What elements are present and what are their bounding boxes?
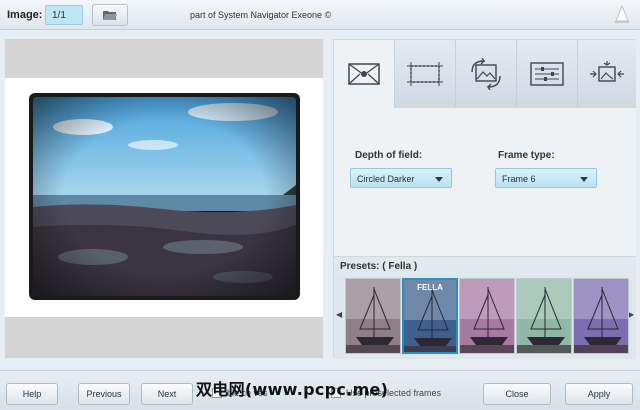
close-button[interactable]: Close [483, 383, 551, 405]
frame-type-label: Frame type: [498, 150, 555, 161]
scroll-left-icon[interactable]: ◀ [336, 310, 342, 319]
preset-thumbnail[interactable] [459, 278, 515, 354]
envelope-blur-icon [348, 63, 380, 85]
chevron-down-icon [580, 177, 588, 182]
chevron-down-icon [435, 177, 443, 182]
frame-type-select[interactable]: Frame 6 [495, 168, 597, 188]
tab-resize[interactable] [578, 40, 636, 108]
preset-name: FELLA [417, 283, 443, 292]
preset-thumbnail[interactable] [516, 278, 572, 354]
frame-type-value: Frame 6 [502, 174, 536, 184]
settings-area: Depth of field: Circled Darker Frame typ… [334, 108, 636, 256]
next-button[interactable]: Next [141, 383, 193, 405]
resize-image-icon [590, 61, 624, 82]
preset-thumbnail[interactable] [345, 278, 401, 354]
preset-thumbnail[interactable]: FELLA [402, 278, 458, 354]
tab-crop-frame[interactable] [395, 40, 456, 108]
help-button[interactable]: Help [6, 383, 58, 405]
image-label: Image: [7, 9, 43, 21]
previous-button[interactable]: Previous [78, 383, 130, 405]
app-title: part of System Navigator Exeone © [190, 10, 332, 20]
tab-rotate[interactable] [456, 40, 517, 108]
depth-of-field-select[interactable]: Circled Darker [350, 168, 452, 188]
rotate-image-icon [471, 58, 501, 90]
crop-frame-icon [407, 62, 443, 86]
preset-thumbnail[interactable] [573, 278, 629, 354]
open-folder-button[interactable] [92, 4, 128, 26]
watermark-text: 双电网(www.pcpc.me) [196, 380, 389, 399]
apply-button[interactable]: Apply [565, 383, 633, 405]
preview-photo [29, 93, 300, 300]
presets-strip: ◀ ▶ FELLA [334, 276, 636, 359]
image-counter-field[interactable]: 1/1 [45, 5, 83, 25]
tool-tabs [334, 40, 636, 108]
tab-adjustments[interactable] [517, 40, 578, 108]
tab-depth-of-field[interactable] [334, 40, 395, 108]
sail-logo-icon [615, 5, 629, 23]
presets-label: Presets: ( Fella ) [334, 256, 636, 276]
coast-photo-image [33, 97, 296, 296]
depth-of-field-value: Circled Darker [357, 174, 415, 184]
effects-panel: Depth of field: Circled Darker Frame typ… [333, 39, 636, 359]
top-toolbar: Image: 1/1 part of System Navigator Exeo… [0, 0, 640, 30]
sliders-icon [530, 62, 564, 86]
depth-of-field-label: Depth of field: [355, 150, 423, 161]
folder-open-icon [103, 11, 117, 20]
